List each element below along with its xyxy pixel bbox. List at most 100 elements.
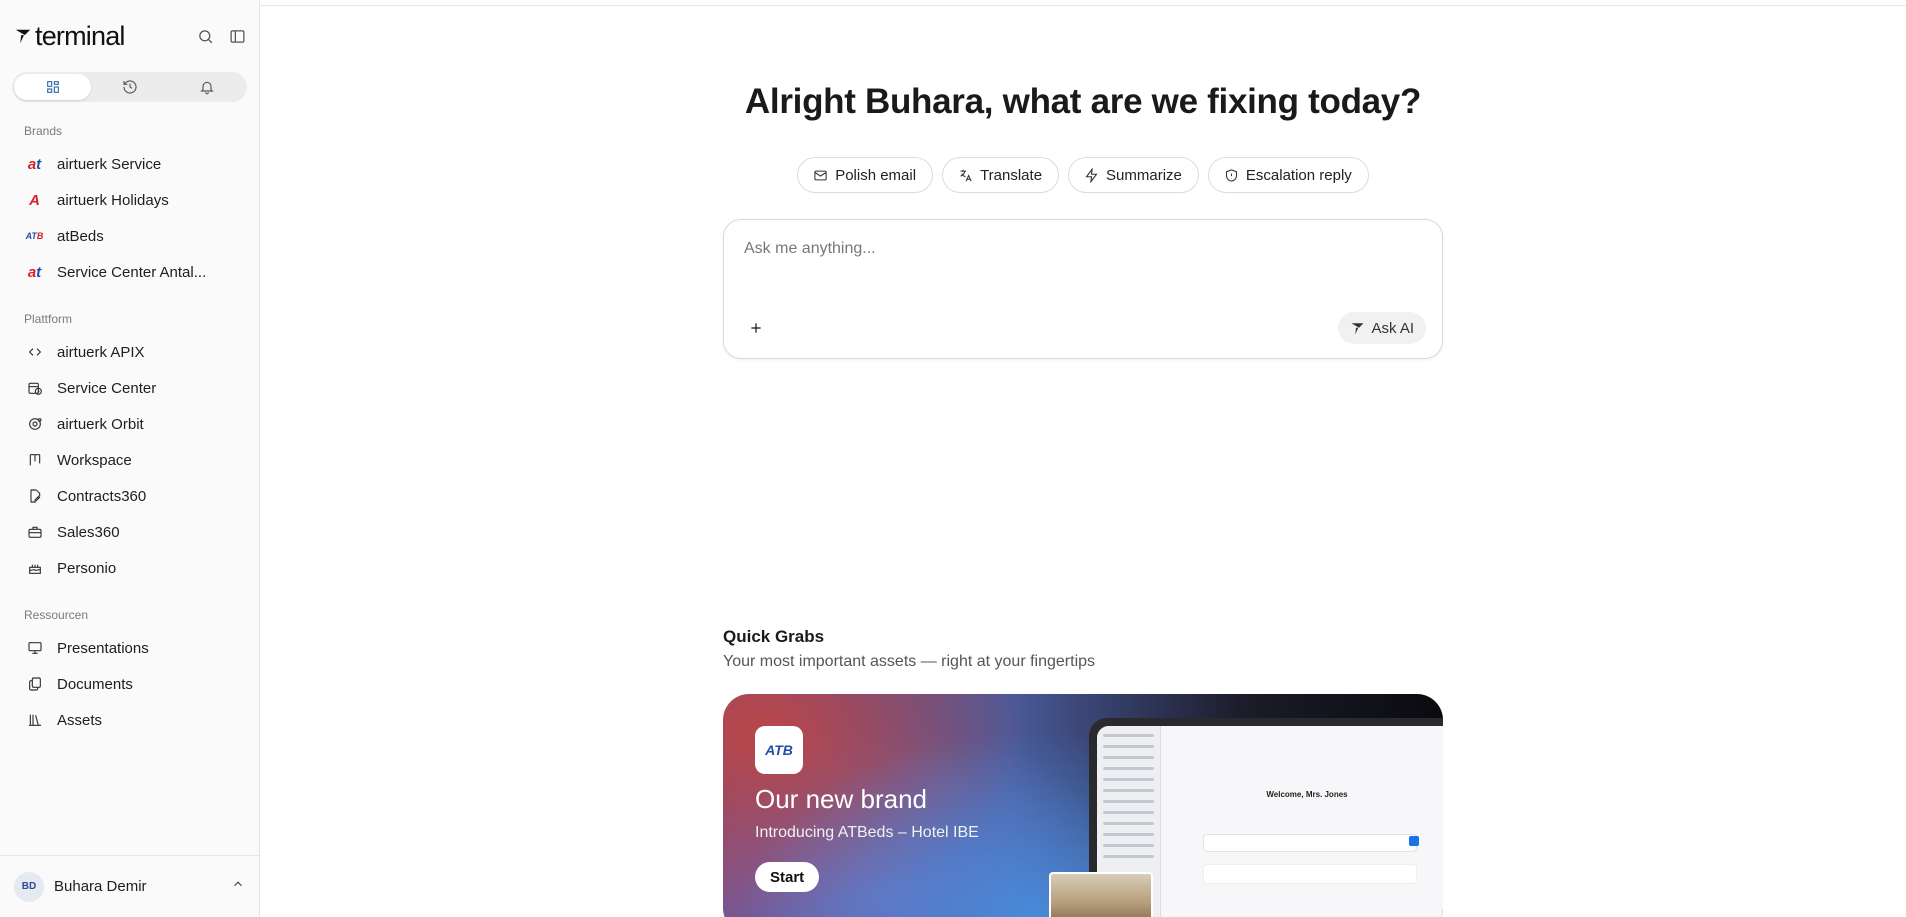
sidebar-item-label: Personio: [57, 559, 117, 577]
library-icon: [26, 712, 43, 729]
sidebar-item-personio[interactable]: Personio: [0, 550, 259, 586]
chip-label: Summarize: [1106, 166, 1182, 184]
kanban-icon: [26, 452, 43, 469]
sidebar-item-label: airtuerk Service: [57, 155, 162, 173]
chevron-up-icon: [231, 877, 245, 896]
plus-icon: [751, 323, 761, 333]
promo-card-atbeds[interactable]: ATB Our new brand Introducing ATBeds – H…: [723, 694, 1443, 917]
promo-title: Our new brand: [755, 784, 927, 814]
main-content: Alright Buhara, what are we fixing today…: [260, 0, 1906, 917]
terminal-logo[interactable]: terminal: [14, 21, 125, 52]
top-divider: [260, 5, 1906, 6]
sidebar-item-workspace[interactable]: Workspace: [0, 442, 259, 478]
search-icon[interactable]: [195, 26, 215, 46]
chip-label: Escalation reply: [1245, 166, 1352, 184]
atbeds-logo: ATB: [755, 726, 803, 774]
promo-logo-text: ATB: [765, 742, 793, 758]
briefcase-icon: [26, 524, 43, 541]
sidebar-item-airtuerk-orbit[interactable]: airtuerk Orbit: [0, 406, 259, 442]
start-button[interactable]: Start: [755, 862, 820, 892]
attach-button[interactable]: [744, 316, 768, 340]
sidebar-item-airtuerk-service[interactable]: at airtuerk Service: [0, 146, 259, 182]
logo-text: terminal: [35, 20, 125, 51]
sidebar-item-assets[interactable]: Assets: [0, 702, 259, 738]
tab-notifications[interactable]: [168, 74, 245, 100]
view-switcher: [12, 72, 247, 102]
sidebar-item-label: Workspace: [57, 451, 132, 469]
section-label-ressourcen: Ressourcen: [24, 608, 89, 622]
sidebar-item-label: Contracts360: [57, 487, 147, 505]
airtuerk-logo-icon: at: [27, 155, 42, 173]
page-title: Alright Buhara, what are we fixing today…: [744, 82, 1422, 121]
tab-history[interactable]: [91, 74, 168, 100]
cake-icon: [26, 560, 43, 577]
panel-left-icon[interactable]: [227, 26, 247, 46]
sidebar: terminal Brands at airtuerk Service A ai…: [0, 0, 260, 917]
chip-label: Translate: [980, 166, 1043, 184]
hotel-room-image: [1049, 872, 1153, 917]
polish-email-button[interactable]: Polish email: [797, 157, 934, 193]
sidebar-item-label: atBeds: [57, 227, 104, 245]
mail-icon: [814, 170, 827, 180]
quick-grabs-title: Quick Grabs: [723, 627, 825, 646]
sidebar-item-presentations[interactable]: Presentations: [0, 630, 259, 666]
sidebar-item-documents[interactable]: Documents: [0, 666, 259, 702]
code-icon: [26, 344, 43, 361]
sidebar-item-sales360[interactable]: Sales360: [0, 514, 259, 550]
file-edit-icon: [26, 488, 43, 505]
ask-ai-label: Ask AI: [1371, 319, 1414, 337]
sidebar-item-label: Service Center: [57, 379, 157, 397]
sidebar-item-label: Presentations: [57, 639, 149, 657]
quick-actions: Polish email Translate Summarize Escalat…: [260, 157, 1906, 193]
shield-icon: [1225, 168, 1237, 182]
terminal-logo-icon: [1351, 322, 1364, 334]
section-label-plattform: Plattform: [24, 312, 73, 326]
sidebar-item-label: Assets: [57, 711, 103, 729]
mockup-results-row: [1203, 864, 1417, 884]
ask-box: Ask AI: [723, 219, 1443, 359]
grid-icon: [46, 81, 59, 93]
avatar: BD: [14, 871, 44, 902]
quick-grabs-subtitle: Your most important assets — right at yo…: [723, 653, 1096, 670]
sidebar-item-label: airtuerk Holidays: [57, 191, 169, 209]
sidebar-item-label: Documents: [57, 675, 133, 693]
zap-icon: [1085, 167, 1098, 183]
sidebar-item-label: Sales360: [57, 523, 120, 541]
user-name: Buhara Demir: [54, 878, 147, 895]
mockup-heading: Welcome, Mrs. Jones: [1266, 790, 1348, 799]
sidebar-item-label: airtuerk Orbit: [57, 415, 144, 433]
sidebar-item-contracts360[interactable]: Contracts360: [0, 478, 259, 514]
mockup-search-row: [1203, 834, 1417, 852]
orbit-icon: [26, 416, 43, 433]
presentation-icon: [26, 640, 43, 657]
app-root: terminal Brands at airtuerk Service A ai…: [0, 0, 1906, 917]
user-menu[interactable]: BD Buhara Demir: [0, 855, 259, 917]
ask-ai-button[interactable]: Ask AI: [1338, 312, 1426, 344]
calendar-clock-icon: [26, 380, 43, 397]
sidebar-item-service-center[interactable]: Service Center: [0, 370, 259, 406]
sidebar-item-service-center-antalya[interactable]: at Service Center Antal...: [0, 254, 259, 290]
terminal-logo-icon: [15, 29, 31, 44]
summarize-button[interactable]: Summarize: [1068, 157, 1199, 193]
history-icon: [122, 80, 137, 94]
bell-icon: [199, 81, 214, 95]
sidebar-item-label: Service Center Antal...: [57, 263, 207, 281]
translate-icon: [960, 169, 972, 181]
airtuerk-holidays-logo-icon: A: [29, 191, 40, 209]
tab-dashboard[interactable]: [14, 74, 91, 100]
airtuerk-logo-icon: at: [27, 263, 42, 281]
promo-subtitle: Introducing ATBeds – Hotel IBE: [755, 824, 979, 841]
ask-input[interactable]: [744, 240, 1404, 258]
sidebar-item-airtuerk-holidays[interactable]: A airtuerk Holidays: [0, 182, 259, 218]
sidebar-item-label: airtuerk APIX: [57, 343, 145, 361]
sidebar-header: terminal: [0, 0, 259, 72]
atbeds-logo-icon: ATB: [25, 230, 44, 241]
sidebar-item-airtuerk-apix[interactable]: airtuerk APIX: [0, 334, 259, 370]
chip-label: Polish email: [835, 166, 917, 184]
translate-button[interactable]: Translate: [942, 157, 1060, 193]
copy-file-icon: [26, 676, 43, 693]
mockup-search-button: [1409, 836, 1419, 846]
section-label-brands: Brands: [24, 124, 63, 138]
sidebar-item-atbeds[interactable]: ATB atBeds: [0, 218, 259, 254]
escalation-reply-button[interactable]: Escalation reply: [1207, 157, 1369, 193]
